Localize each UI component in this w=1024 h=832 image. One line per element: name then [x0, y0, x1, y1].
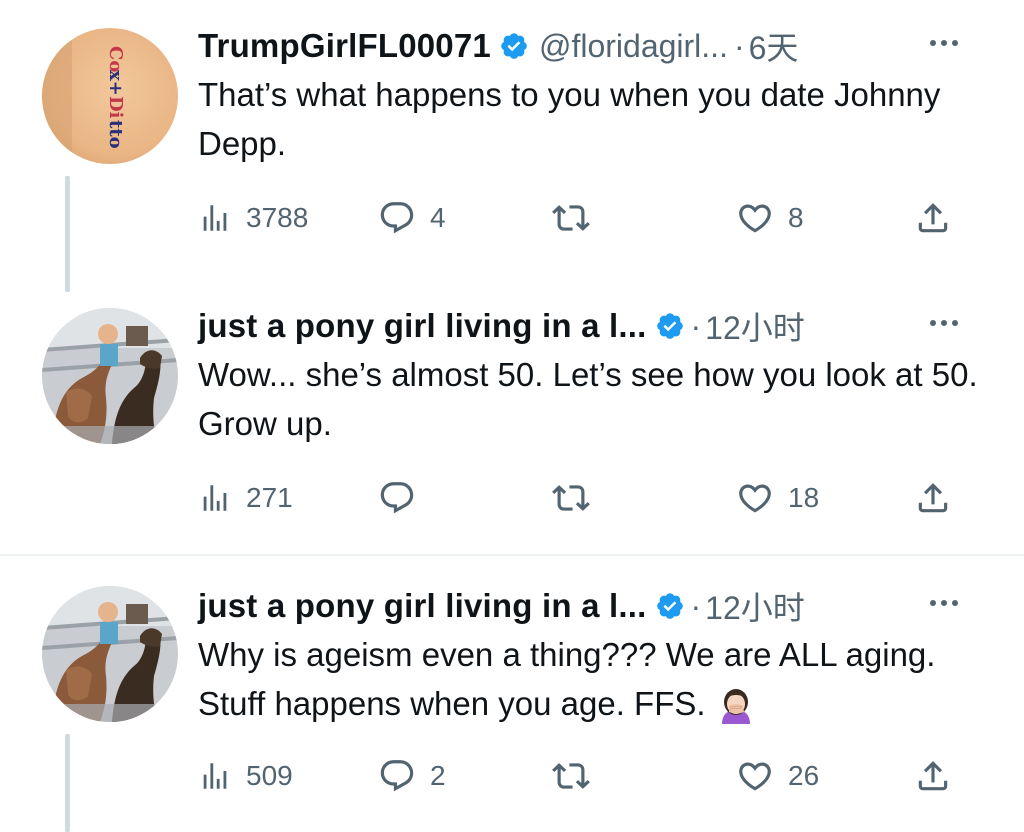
avatar-column	[42, 586, 178, 722]
reply-count: 4	[430, 202, 446, 233]
views-icon	[203, 763, 227, 789]
views-count: 271	[246, 482, 293, 513]
more-icon[interactable]	[924, 308, 964, 338]
verified-badge-icon	[655, 591, 685, 621]
like-icon	[739, 484, 771, 513]
views-count: 3788	[246, 202, 309, 233]
reply-icon	[380, 760, 414, 792]
svg-text:Di: Di	[105, 96, 126, 119]
retweet-button[interactable]	[552, 198, 590, 238]
reply-button[interactable]	[378, 478, 430, 518]
separator-dot: ·	[733, 27, 745, 64]
avatar-horses-image	[42, 586, 178, 722]
svg-text:Co: Co	[105, 46, 126, 72]
views-button[interactable]: 509	[198, 756, 293, 796]
avatar-column: Co x+ Di tto	[42, 28, 178, 164]
avatar[interactable]	[42, 586, 178, 722]
reply-count: 2	[430, 760, 446, 791]
more-icon[interactable]	[924, 28, 964, 58]
handle[interactable]: @floridagirl...	[539, 28, 728, 65]
retweet-icon	[552, 763, 590, 789]
like-button[interactable]: 18	[736, 478, 819, 518]
tweet-content: just a pony girl living in a l... · 12小时…	[198, 584, 988, 728]
separator-dot: ·	[690, 307, 702, 344]
avatar[interactable]: Co x+ Di tto	[42, 28, 178, 164]
avatar-tattoo-image: Co x+ Di tto	[42, 28, 178, 164]
tweet-actions: 509 2 26	[198, 756, 958, 796]
timestamp[interactable]: 12小时	[705, 583, 805, 629]
svg-text:x+: x+	[105, 70, 126, 96]
views-count: 509	[246, 760, 293, 791]
retweet-icon	[552, 205, 590, 231]
more-icon[interactable]	[924, 588, 964, 618]
tweet-actions: 3788 4 8	[198, 198, 958, 238]
separator-dot: ·	[690, 587, 702, 624]
tweet[interactable]: just a pony girl living in a l... · 12小时…	[0, 556, 1024, 832]
tweet-text: Wow... she’s almost 50. Let’s see how yo…	[198, 356, 978, 442]
like-icon	[739, 762, 771, 791]
verified-badge-icon	[499, 31, 529, 61]
share-button[interactable]	[914, 478, 952, 518]
views-button[interactable]: 271	[198, 478, 293, 518]
thread-line	[65, 734, 70, 832]
display-name[interactable]: TrumpGirlFL00071	[198, 27, 491, 65]
share-icon	[918, 761, 948, 791]
reply-button[interactable]: 2	[378, 756, 446, 796]
like-icon	[739, 204, 771, 233]
retweet-icon	[552, 485, 590, 511]
like-count: 26	[788, 760, 820, 791]
display-name[interactable]: just a pony girl living in a l...	[198, 307, 647, 345]
tweet-actions: 271 18	[198, 478, 958, 518]
reply-icon	[380, 202, 414, 234]
woman-facepalming-emoji-icon	[714, 684, 758, 728]
reply-button[interactable]: 4	[378, 198, 446, 238]
views-icon	[203, 485, 227, 511]
tweet-text-content: Why is ageism even a thing??? We are ALL…	[198, 636, 936, 722]
like-count: 8	[788, 202, 804, 233]
retweet-button[interactable]	[552, 756, 590, 796]
reply-icon	[380, 482, 414, 514]
tweet-header: just a pony girl living in a l... · 12小时	[198, 304, 988, 348]
like-count: 18	[788, 482, 820, 513]
tweet-header: TrumpGirlFL00071 @floridagirl... · 6天	[198, 24, 988, 68]
tweet-content: just a pony girl living in a l... · 12小时…	[198, 304, 988, 448]
like-button[interactable]: 26	[736, 756, 819, 796]
timestamp[interactable]: 12小时	[705, 303, 805, 349]
tweet[interactable]: just a pony girl living in a l... · 12小时…	[0, 280, 1024, 554]
retweet-button[interactable]	[552, 478, 590, 518]
display-name[interactable]: just a pony girl living in a l...	[198, 587, 647, 625]
tweet-text: Why is ageism even a thing??? We are ALL…	[198, 630, 978, 728]
views-button[interactable]: 3788	[198, 198, 308, 238]
share-icon	[918, 203, 948, 233]
share-button[interactable]	[914, 756, 952, 796]
views-icon	[203, 205, 227, 231]
verified-badge-icon	[655, 311, 685, 341]
thread-line	[65, 176, 70, 292]
tweet-text: That’s what happens to you when you date…	[198, 76, 941, 162]
tweet-content: TrumpGirlFL00071 @floridagirl... · 6天 Th…	[198, 24, 988, 168]
timestamp[interactable]: 6天	[749, 23, 799, 69]
svg-text:tto: tto	[105, 120, 126, 149]
share-button[interactable]	[914, 198, 952, 238]
avatar-horses-image	[42, 308, 178, 444]
tweet-feed: Co x+ Di tto TrumpGirlFL00071 @floridagi…	[0, 0, 1024, 832]
avatar-column	[42, 308, 178, 444]
share-icon	[918, 483, 948, 513]
tweet-header: just a pony girl living in a l... · 12小时	[198, 584, 988, 628]
like-button[interactable]: 8	[736, 198, 804, 238]
avatar[interactable]	[42, 308, 178, 444]
tweet[interactable]: Co x+ Di tto TrumpGirlFL00071 @floridagi…	[0, 0, 1024, 292]
